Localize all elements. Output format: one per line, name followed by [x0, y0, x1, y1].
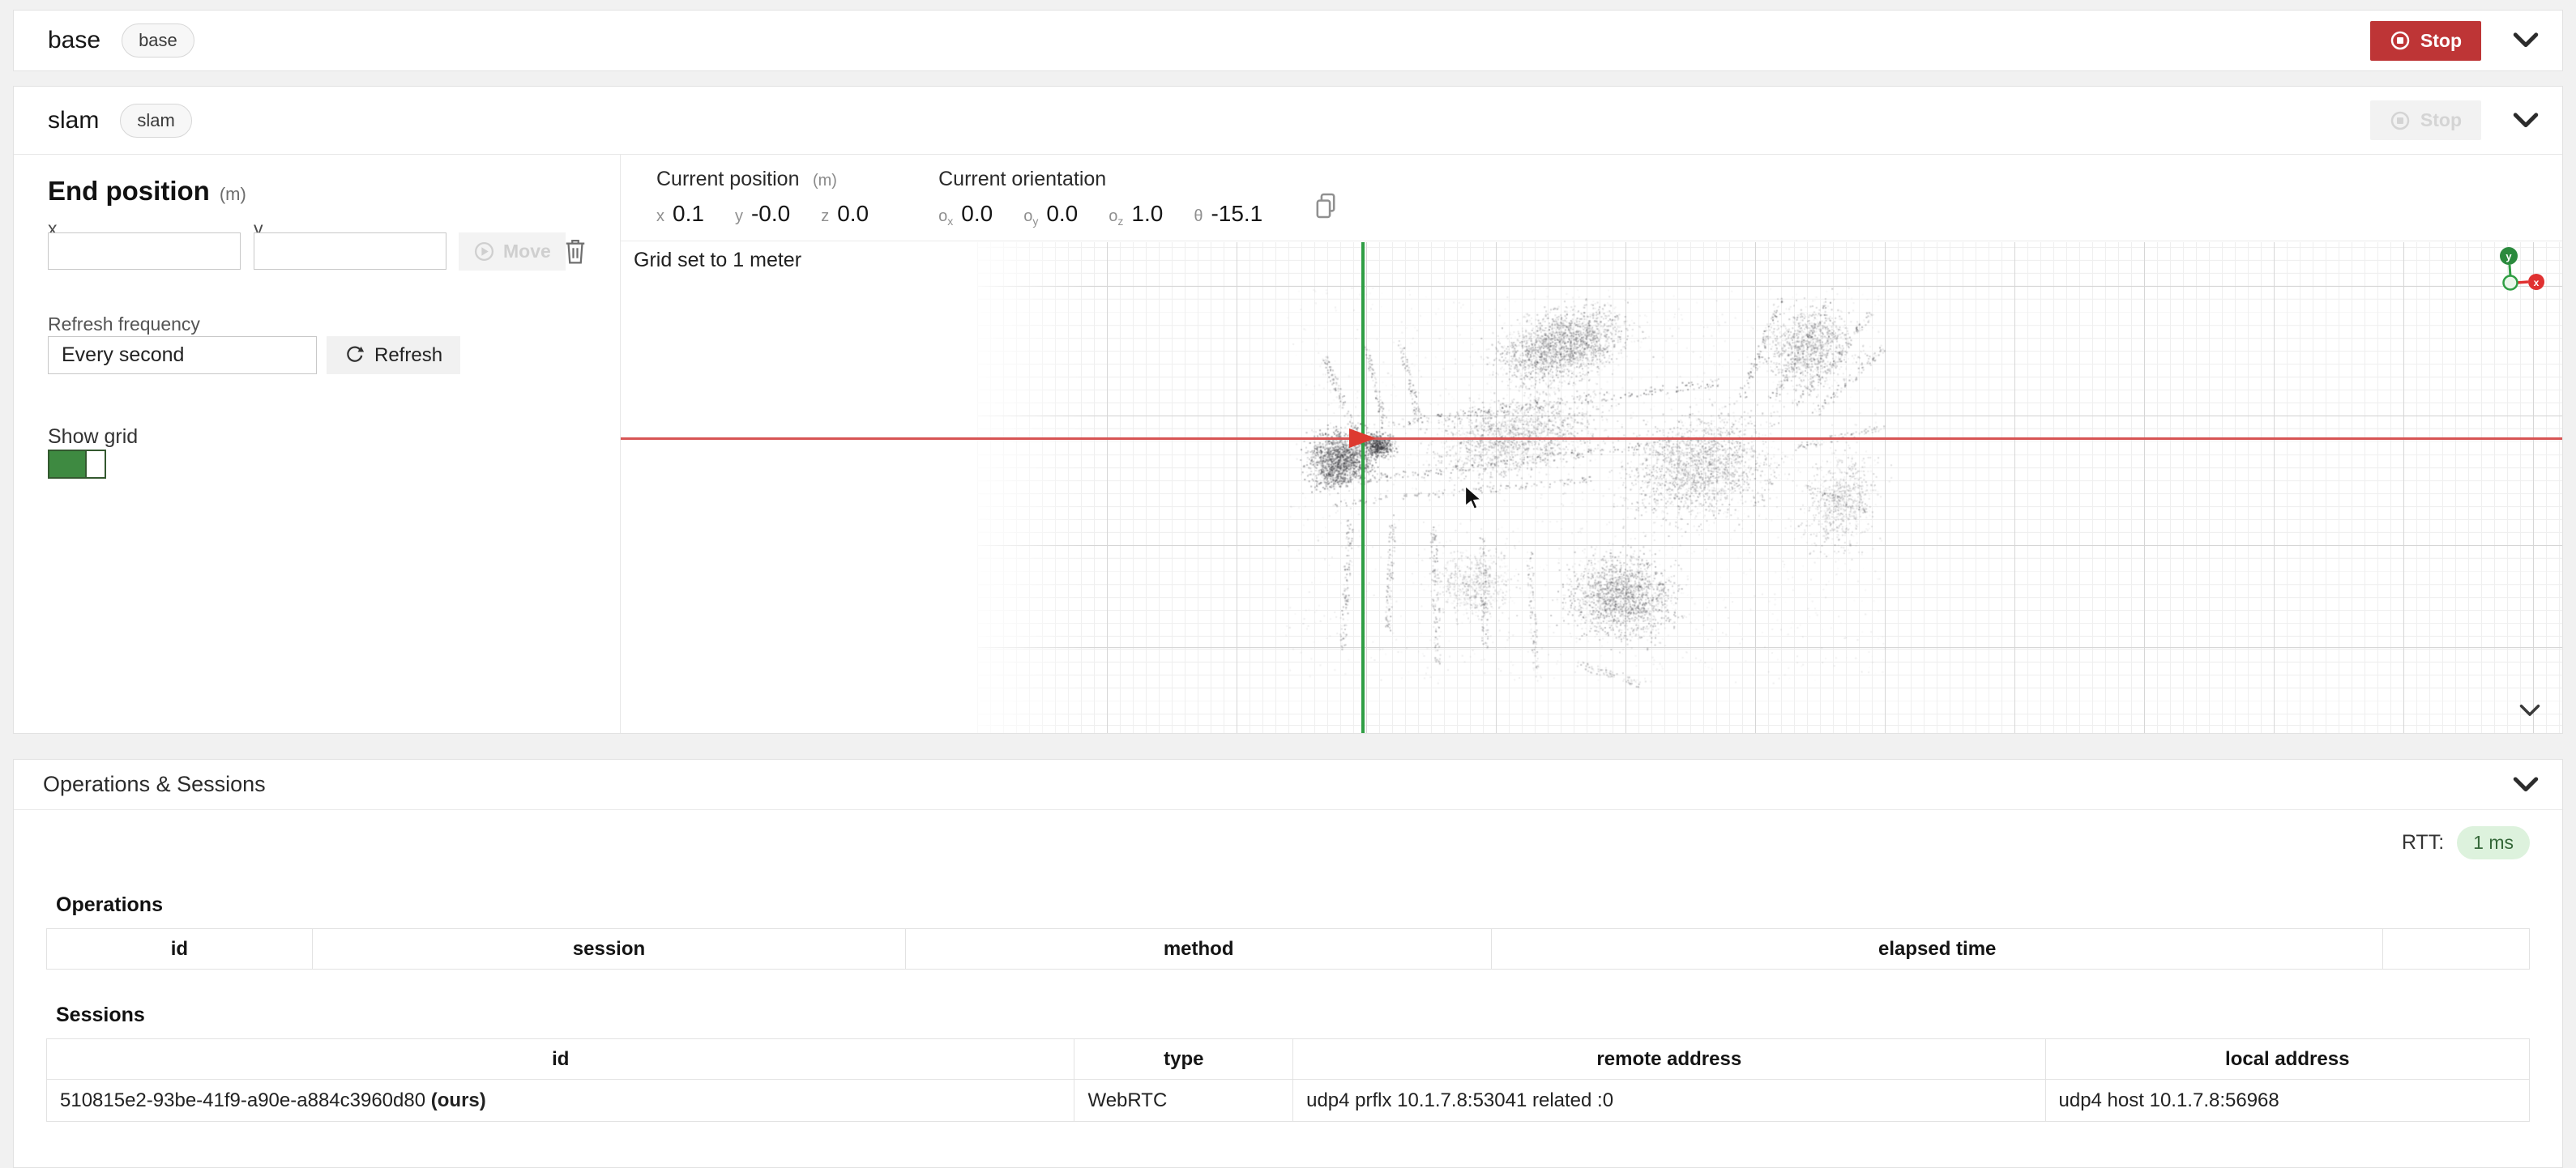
- end-position-heading: End position(m): [48, 176, 246, 207]
- operations-section-label: Operations: [56, 893, 2530, 917]
- orientation-oy-value: oy0.0: [1023, 201, 1078, 228]
- position-x-value: x0.1: [656, 201, 704, 227]
- rtt-badge: 1 ms: [2457, 826, 2530, 859]
- pose-status-bar: Current position (m) x0.1 y-0.0 z0.0 Cur…: [621, 155, 2562, 241]
- slam-collapse-chevron-icon[interactable]: [2512, 113, 2540, 129]
- base-collapse-chevron-icon[interactable]: [2512, 32, 2540, 49]
- map-scroll-down-chevron-icon[interactable]: [2518, 704, 2541, 722]
- operations-collapse-chevron-icon[interactable]: [2512, 777, 2540, 793]
- refresh-frequency-select[interactable]: Every second: [48, 336, 317, 374]
- sessions-col-remote-address: remote address: [1293, 1039, 2045, 1080]
- session-ours-badge: (ours): [431, 1089, 486, 1111]
- copy-pose-button[interactable]: [1314, 192, 1337, 220]
- session-type-cell: WebRTC: [1074, 1080, 1293, 1122]
- operations-sessions-title: Operations & Sessions: [43, 772, 266, 797]
- end-position-unit: (m): [220, 184, 246, 204]
- session-id-cell: 510815e2-93be-41f9-a90e-a884c3960d80 (ou…: [47, 1080, 1074, 1122]
- current-position-label: Current position: [656, 168, 799, 190]
- slam-stop-button[interactable]: Stop: [2370, 100, 2481, 140]
- current-position-unit: (m): [813, 172, 837, 190]
- refresh-button[interactable]: Refresh: [327, 336, 460, 374]
- play-circle-icon: [473, 241, 495, 262]
- slam-map-panel: Current position (m) x0.1 y-0.0 z0.0 Cur…: [621, 155, 2562, 733]
- orientation-oz-value: oz1.0: [1109, 201, 1163, 228]
- show-grid-label: Show grid: [48, 425, 138, 449]
- map-x-axis-line: [621, 437, 2562, 440]
- sessions-col-id: id: [47, 1039, 1074, 1080]
- operations-col-actions: [2383, 929, 2530, 970]
- stop-icon: [2390, 30, 2411, 51]
- mouse-cursor-icon: [1463, 485, 1484, 515]
- pointcloud-canvas: [621, 242, 2562, 733]
- rtt-label: RTT:: [2402, 831, 2444, 855]
- base-stop-button[interactable]: Stop: [2370, 21, 2481, 61]
- operations-table: id session method elapsed time: [46, 928, 2530, 970]
- session-local-address-cell: udp4 host 10.1.7.8:56968: [2045, 1080, 2530, 1122]
- operations-sessions-card: Operations & Sessions RTT: 1 ms Operatio…: [13, 759, 2563, 1168]
- operations-header-row: id session method elapsed time: [47, 929, 2530, 970]
- axis-gizmo: y x: [2496, 245, 2548, 298]
- delete-end-position-button[interactable]: [563, 237, 587, 265]
- base-card-title: base: [48, 27, 100, 54]
- sessions-header-row: id type remote address local address: [47, 1039, 2530, 1080]
- session-remote-address-cell: udp4 prflx 10.1.7.8:53041 related :0: [1293, 1080, 2045, 1122]
- toggle-knob: [85, 451, 105, 477]
- slam-card-title: slam: [48, 107, 99, 134]
- operations-col-id: id: [47, 929, 313, 970]
- svg-text:x: x: [2534, 277, 2540, 288]
- operations-col-method: method: [906, 929, 1492, 970]
- orientation-theta-value: θ-15.1: [1194, 201, 1262, 228]
- move-button[interactable]: Move: [459, 232, 566, 271]
- sessions-section-label: Sessions: [56, 1004, 2530, 1027]
- map-y-axis-line: [1361, 242, 1365, 733]
- stop-icon: [2390, 110, 2411, 131]
- current-position-group: Current position (m) x0.1 y-0.0 z0.0: [656, 168, 869, 241]
- show-grid-toggle[interactable]: [48, 450, 106, 479]
- slam-type-chip: slam: [120, 104, 191, 138]
- position-z-value: z0.0: [821, 201, 869, 227]
- slam-map-viewport[interactable]: Grid set to 1 meter y x: [621, 242, 2562, 733]
- base-card: base base Stop: [13, 10, 2563, 71]
- slam-controls-panel: End position(m) x y Move Refresh frequen…: [14, 155, 621, 733]
- operations-col-elapsed-time: elapsed time: [1492, 929, 2383, 970]
- current-orientation-label: Current orientation: [938, 168, 1106, 190]
- end-position-x-input[interactable]: [48, 232, 241, 270]
- operations-col-session: session: [312, 929, 905, 970]
- grid-scale-note: Grid set to 1 meter: [634, 249, 801, 272]
- session-row: 510815e2-93be-41f9-a90e-a884c3960d80 (ou…: [47, 1080, 2530, 1122]
- sessions-col-local-address: local address: [2045, 1039, 2530, 1080]
- refresh-icon: [344, 345, 365, 365]
- sessions-table: id type remote address local address 510…: [46, 1038, 2530, 1122]
- sessions-col-type: type: [1074, 1039, 1293, 1080]
- end-position-y-input[interactable]: [254, 232, 446, 270]
- orientation-ox-value: ox0.0: [938, 201, 993, 228]
- trash-icon: [563, 237, 587, 265]
- refresh-frequency-label: Refresh frequency: [48, 313, 200, 335]
- base-type-chip: base: [122, 23, 194, 58]
- copy-icon: [1314, 192, 1337, 220]
- position-y-value: y-0.0: [735, 201, 790, 227]
- robot-pose-marker: [1348, 427, 1378, 454]
- slam-card: slam slam Stop End position(m) x y: [13, 86, 2563, 734]
- current-orientation-group: Current orientation ox0.0 oy0.0 oz1.0 θ-…: [938, 168, 1262, 241]
- svg-text:y: y: [2506, 250, 2512, 262]
